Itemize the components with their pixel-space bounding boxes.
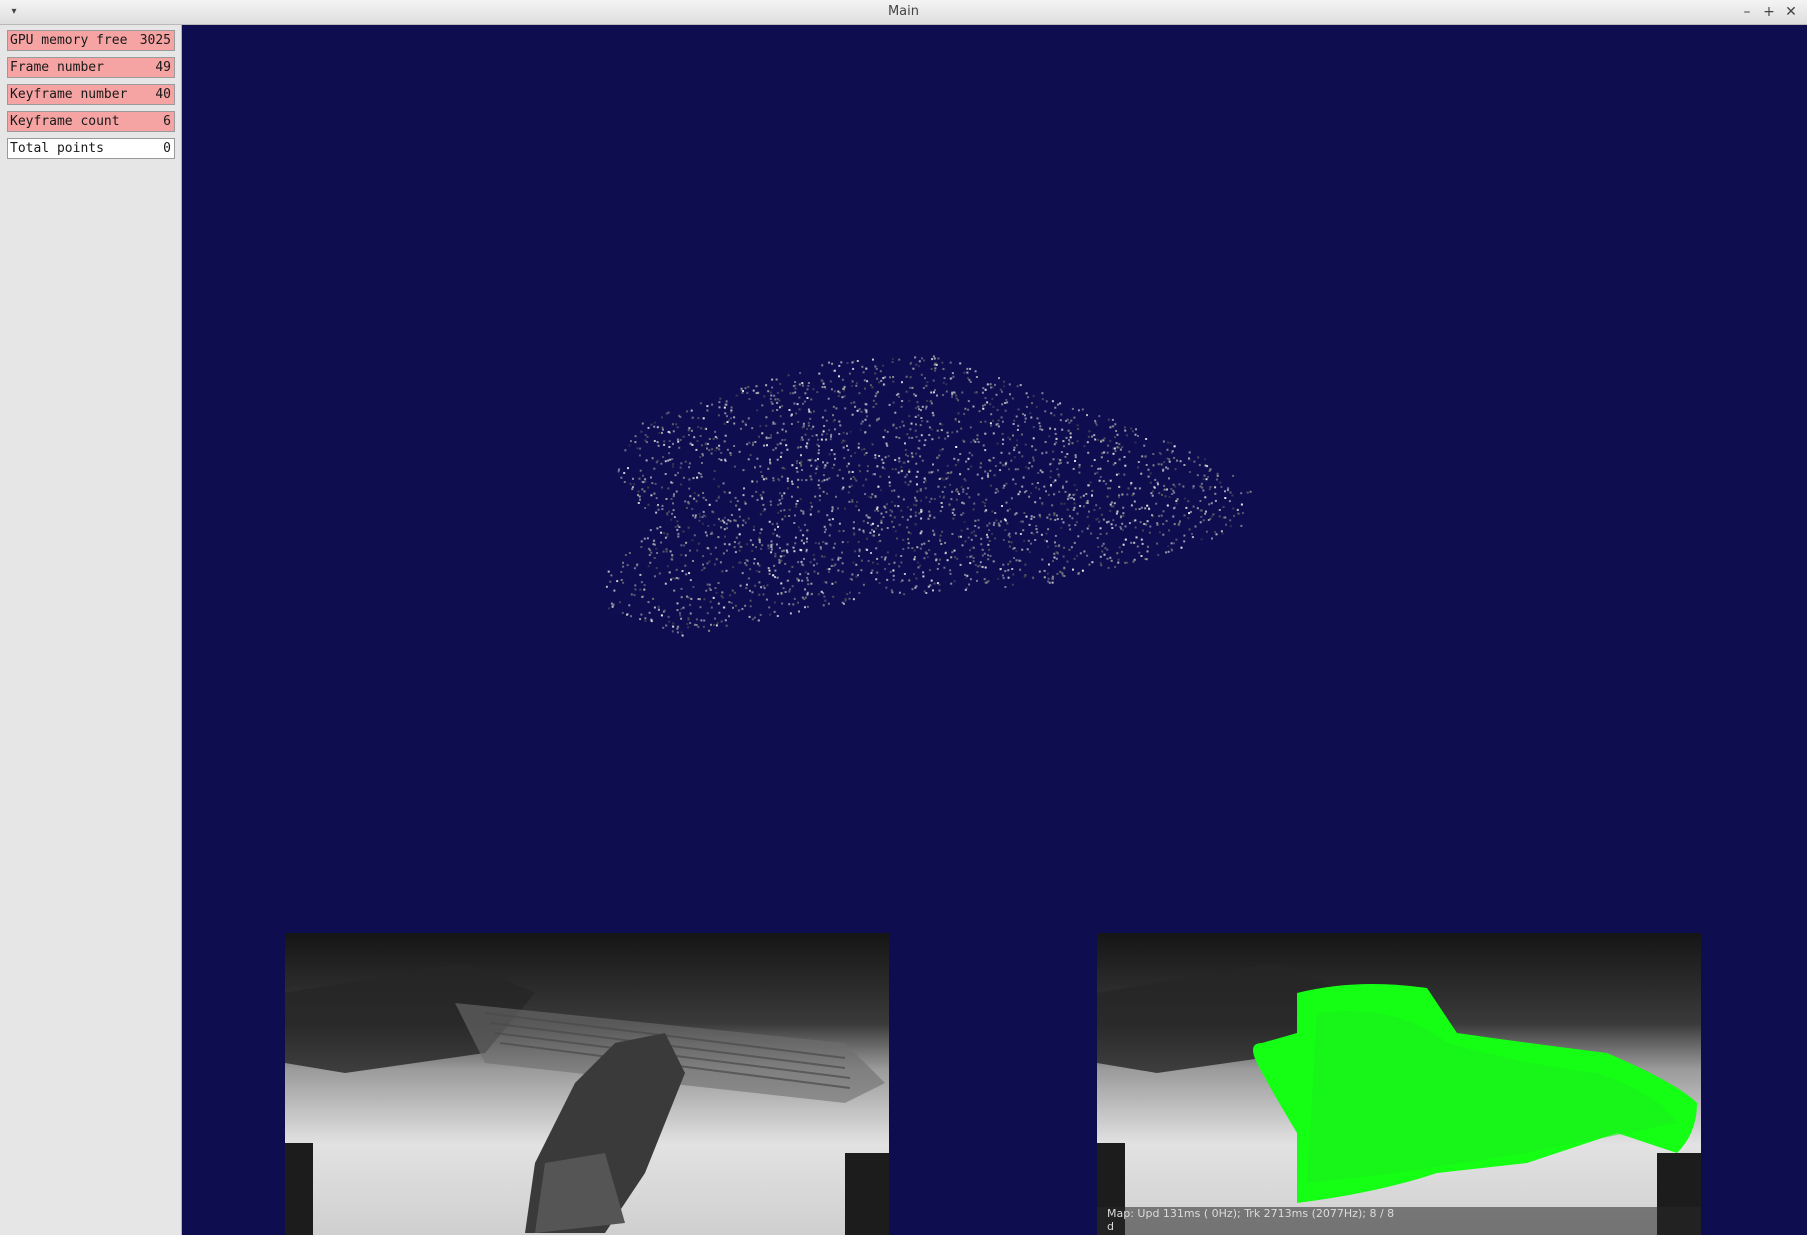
var-gpu-memory-free[interactable]: GPU memory free 3025 [7, 30, 175, 51]
camera-feed-grayscale [285, 933, 889, 1235]
overlay-image [1097, 933, 1701, 1235]
maximize-icon[interactable]: + [1760, 3, 1778, 21]
var-frame-number[interactable]: Frame number 49 [7, 57, 175, 78]
window-title: Main [887, 4, 920, 19]
3d-viewport[interactable]: Map: Upd 131ms ( 0Hz); Trk 2713ms (2077H… [182, 25, 1807, 1235]
var-value: 40 [155, 87, 171, 102]
tracking-status-extra: d [1107, 1220, 1114, 1233]
var-value: 49 [155, 60, 171, 75]
var-value: 0 [163, 141, 171, 156]
camera-image [285, 933, 889, 1235]
var-label: Keyframe count [10, 114, 120, 129]
close-icon[interactable]: ✕ [1782, 3, 1800, 21]
var-label: Frame number [10, 60, 104, 75]
variables-panel: GPU memory free 3025 Frame number 49 Key… [0, 25, 182, 1235]
point-cloud [605, 355, 1252, 637]
window-titlebar: ▾ Main – + ✕ [0, 0, 1807, 25]
var-label: Keyframe number [10, 87, 128, 102]
var-label: GPU memory free [10, 33, 128, 48]
var-value: 6 [163, 114, 171, 129]
var-label: Total points [10, 141, 104, 156]
var-value: 3025 [139, 33, 171, 48]
tracking-status-bar: Map: Upd 131ms ( 0Hz); Trk 2713ms (2077H… [1097, 1207, 1701, 1235]
var-keyframe-count[interactable]: Keyframe count 6 [7, 111, 175, 132]
camera-feed-depth-overlay: Map: Upd 131ms ( 0Hz); Trk 2713ms (2077H… [1097, 933, 1701, 1235]
minimize-icon[interactable]: – [1738, 3, 1756, 21]
tracking-status-text: Map: Upd 131ms ( 0Hz); Trk 2713ms (2077H… [1107, 1207, 1395, 1220]
var-keyframe-number[interactable]: Keyframe number 40 [7, 84, 175, 105]
var-total-points[interactable]: Total points 0 [7, 138, 175, 159]
